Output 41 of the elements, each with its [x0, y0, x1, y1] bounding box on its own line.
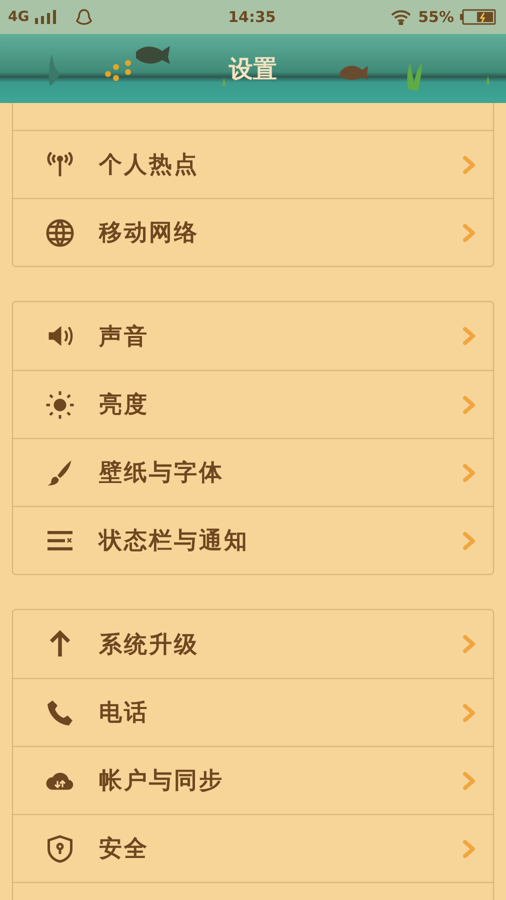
settings-row[interactable]: 状态栏与通知	[13, 506, 493, 574]
chevron-right-icon	[461, 222, 477, 242]
settings-label: 壁纸与字体	[99, 459, 225, 488]
shield-icon	[45, 834, 75, 864]
chevron-right-icon	[461, 462, 477, 482]
settings-label: 电话	[99, 699, 150, 728]
settings-row[interactable]: 壁纸与字体	[13, 438, 493, 506]
battery-percentage: 55%	[418, 8, 454, 26]
settings-row[interactable]: 亮度	[13, 370, 493, 438]
settings-label: 亮度	[99, 391, 150, 420]
hotspot-icon	[45, 150, 75, 180]
sun-icon	[45, 390, 75, 420]
settings-row[interactable]: 系统升级	[13, 610, 493, 678]
chevron-right-icon	[461, 634, 477, 654]
settings-label: 系统升级	[99, 630, 200, 660]
chevron-right-icon	[461, 838, 477, 858]
wifi-icon	[390, 9, 412, 25]
settings-label: 声音	[99, 322, 150, 352]
globe-icon	[45, 218, 75, 248]
settings-row[interactable]: 帐户与同步	[13, 746, 493, 814]
settings-label: 安全	[99, 835, 150, 864]
chevron-right-icon	[461, 530, 477, 550]
chevron-right-icon	[461, 154, 477, 174]
settings-row[interactable]: 移动网络	[13, 198, 493, 266]
settings-label: 个人热点	[99, 151, 200, 180]
clock: 14:35	[228, 8, 276, 26]
settings-label: 移动网络	[99, 219, 200, 248]
settings-row[interactable]: 个人热点	[13, 130, 493, 198]
battery-icon	[460, 9, 496, 25]
settings-row[interactable]: 安全	[13, 814, 493, 882]
settings-row[interactable]: 声音	[13, 302, 493, 370]
phone-icon	[45, 698, 75, 728]
chevron-right-icon	[461, 770, 477, 790]
chevron-right-icon	[461, 394, 477, 414]
page-title: 设置	[229, 54, 277, 84]
network-type: 4G	[8, 9, 30, 25]
chevron-right-icon	[461, 702, 477, 722]
settings-label: 帐户与同步	[99, 767, 225, 796]
settings-label: 状态栏与通知	[99, 527, 250, 556]
chevron-right-icon	[461, 326, 477, 346]
settings-row[interactable]: 电话	[13, 678, 493, 746]
